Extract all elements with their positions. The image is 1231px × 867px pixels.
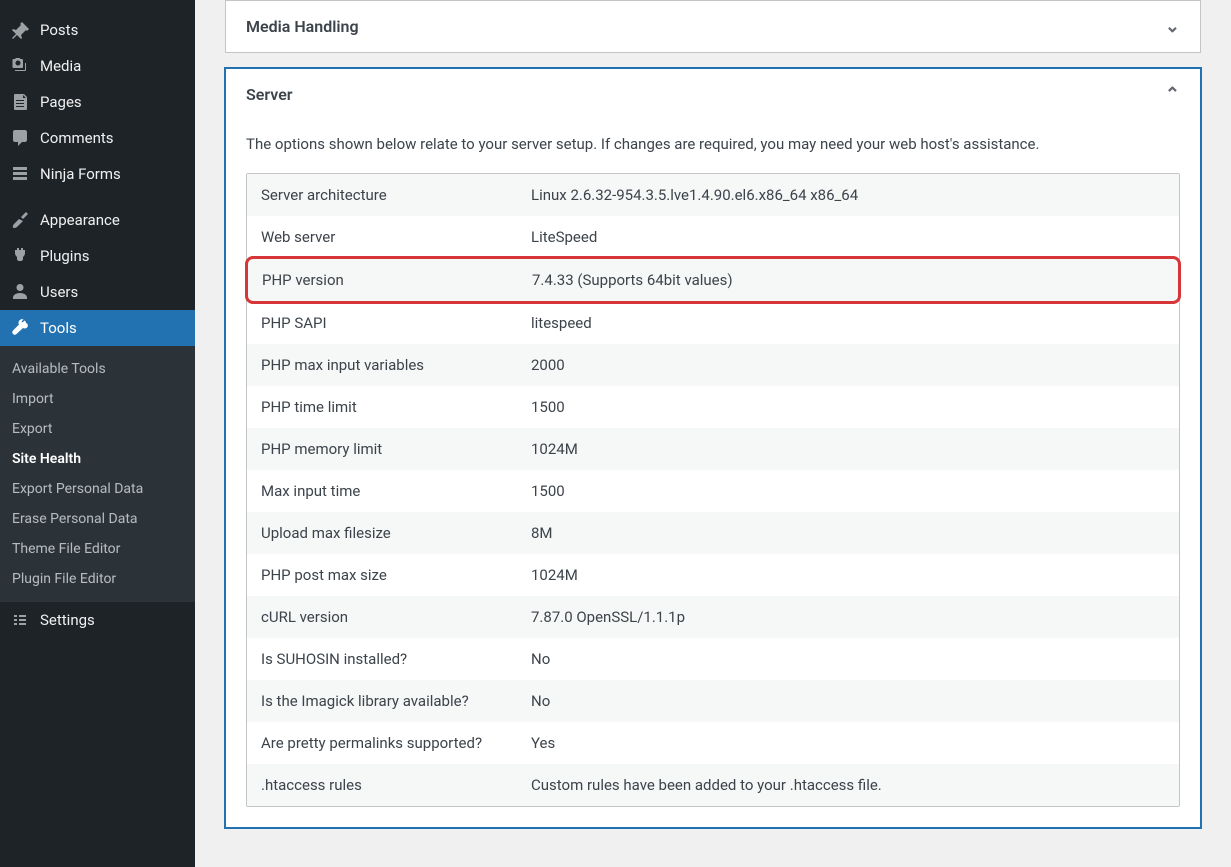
chevron-down-icon: ⌄ xyxy=(1165,16,1180,37)
info-value: LiteSpeed xyxy=(531,228,1165,246)
pages-icon xyxy=(10,92,30,112)
menu-label: Tools xyxy=(40,319,77,337)
menu-ninja-forms[interactable]: Ninja Forms xyxy=(0,156,195,192)
info-value: litespeed xyxy=(531,314,1165,332)
server-info-table: Server architectureLinux 2.6.32-954.3.5.… xyxy=(246,173,1180,807)
info-value: 1500 xyxy=(531,482,1165,500)
menu-label: Settings xyxy=(40,611,95,629)
info-row: Is SUHOSIN installed?No xyxy=(247,638,1179,680)
menu-label: Ninja Forms xyxy=(40,165,121,183)
info-row: PHP version7.4.33 (Supports 64bit values… xyxy=(245,256,1181,304)
menu-label: Plugins xyxy=(40,247,89,265)
menu-label: Media xyxy=(40,57,81,75)
info-value: No xyxy=(531,650,1165,668)
panel-title: Server xyxy=(246,85,293,104)
info-row: PHP SAPIlitespeed xyxy=(247,302,1179,344)
info-value: 1500 xyxy=(531,398,1165,416)
sub-site-health[interactable]: Site Health xyxy=(0,444,195,474)
admin-sidebar: Posts Media Pages Comments Ninja Forms A… xyxy=(0,0,195,867)
menu-comments[interactable]: Comments xyxy=(0,120,195,156)
info-label: cURL version xyxy=(261,608,531,626)
info-row: .htaccess rulesCustom rules have been ad… xyxy=(247,764,1179,806)
info-value: 8M xyxy=(531,524,1165,542)
info-value: 1024M xyxy=(531,566,1165,584)
info-row: PHP memory limit1024M xyxy=(247,428,1179,470)
info-row: cURL version7.87.0 OpenSSL/1.1.1p xyxy=(247,596,1179,638)
info-value: Yes xyxy=(531,734,1165,752)
panel-title: Media Handling xyxy=(246,17,359,36)
panel-body-server: The options shown below relate to your s… xyxy=(226,120,1200,827)
info-label: PHP post max size xyxy=(261,566,531,584)
chevron-up-icon: ⌃ xyxy=(1165,84,1180,105)
info-row: Server architectureLinux 2.6.32-954.3.5.… xyxy=(247,174,1179,216)
media-icon xyxy=(10,56,30,76)
menu-label: Posts xyxy=(40,21,78,39)
menu-pages[interactable]: Pages xyxy=(0,84,195,120)
tools-submenu: Available Tools Import Export Site Healt… xyxy=(0,346,195,602)
info-value: No xyxy=(531,692,1165,710)
info-label: Web server xyxy=(261,228,531,246)
info-row: Are pretty permalinks supported?Yes xyxy=(247,722,1179,764)
panel-media-handling: Media Handling ⌄ xyxy=(225,0,1201,53)
info-row: Upload max filesize8M xyxy=(247,512,1179,554)
sub-export[interactable]: Export xyxy=(0,414,195,444)
menu-media[interactable]: Media xyxy=(0,48,195,84)
sub-export-personal[interactable]: Export Personal Data xyxy=(0,474,195,504)
info-label: .htaccess rules xyxy=(261,776,531,794)
menu-label: Comments xyxy=(40,129,114,147)
user-icon xyxy=(10,282,30,302)
info-row: PHP time limit1500 xyxy=(247,386,1179,428)
menu-tools[interactable]: Tools xyxy=(0,310,195,346)
forms-icon xyxy=(10,164,30,184)
info-label: Is the Imagick library available? xyxy=(261,692,531,710)
info-value: 2000 xyxy=(531,356,1165,374)
menu-users[interactable]: Users xyxy=(0,274,195,310)
info-label: Are pretty permalinks supported? xyxy=(261,734,531,752)
info-row: Web serverLiteSpeed xyxy=(247,216,1179,258)
info-row: Is the Imagick library available?No xyxy=(247,680,1179,722)
panel-header-media[interactable]: Media Handling ⌄ xyxy=(226,1,1200,52)
sub-theme-editor[interactable]: Theme File Editor xyxy=(0,534,195,564)
info-label: PHP time limit xyxy=(261,398,531,416)
panel-header-server[interactable]: Server ⌃ xyxy=(226,69,1200,120)
brush-icon xyxy=(10,210,30,230)
sub-erase-personal[interactable]: Erase Personal Data xyxy=(0,504,195,534)
info-label: Is SUHOSIN installed? xyxy=(261,650,531,668)
info-label: PHP SAPI xyxy=(261,314,531,332)
menu-appearance[interactable]: Appearance xyxy=(0,202,195,238)
info-value: 1024M xyxy=(531,440,1165,458)
comment-icon xyxy=(10,128,30,148)
info-label: Server architecture xyxy=(261,186,531,204)
info-label: Upload max filesize xyxy=(261,524,531,542)
info-label: PHP version xyxy=(262,271,532,289)
server-description: The options shown below relate to your s… xyxy=(246,120,1180,173)
info-label: PHP memory limit xyxy=(261,440,531,458)
plug-icon xyxy=(10,246,30,266)
pin-icon xyxy=(10,20,30,40)
info-value: Custom rules have been added to your .ht… xyxy=(531,776,1165,794)
menu-label: Appearance xyxy=(40,211,120,229)
main-content: Media Handling ⌄ Server ⌃ The options sh… xyxy=(195,0,1231,867)
info-label: Max input time xyxy=(261,482,531,500)
info-row: Max input time1500 xyxy=(247,470,1179,512)
panel-server: Server ⌃ The options shown below relate … xyxy=(225,68,1201,828)
sub-import[interactable]: Import xyxy=(0,384,195,414)
settings-icon xyxy=(10,610,30,630)
wrench-icon xyxy=(10,318,30,338)
sub-plugin-editor[interactable]: Plugin File Editor xyxy=(0,564,195,594)
info-value: 7.87.0 OpenSSL/1.1.1p xyxy=(531,608,1165,626)
info-row: PHP max input variables2000 xyxy=(247,344,1179,386)
menu-settings[interactable]: Settings xyxy=(0,602,195,638)
info-label: PHP max input variables xyxy=(261,356,531,374)
info-value: 7.4.33 (Supports 64bit values) xyxy=(532,271,1164,289)
menu-label: Pages xyxy=(40,93,82,111)
info-row: PHP post max size1024M xyxy=(247,554,1179,596)
info-value: Linux 2.6.32-954.3.5.lve1.4.90.el6.x86_6… xyxy=(531,186,1165,204)
menu-posts[interactable]: Posts xyxy=(0,12,195,48)
menu-plugins[interactable]: Plugins xyxy=(0,238,195,274)
menu-separator xyxy=(0,192,195,202)
sub-available-tools[interactable]: Available Tools xyxy=(0,354,195,384)
menu-label: Users xyxy=(40,283,78,301)
